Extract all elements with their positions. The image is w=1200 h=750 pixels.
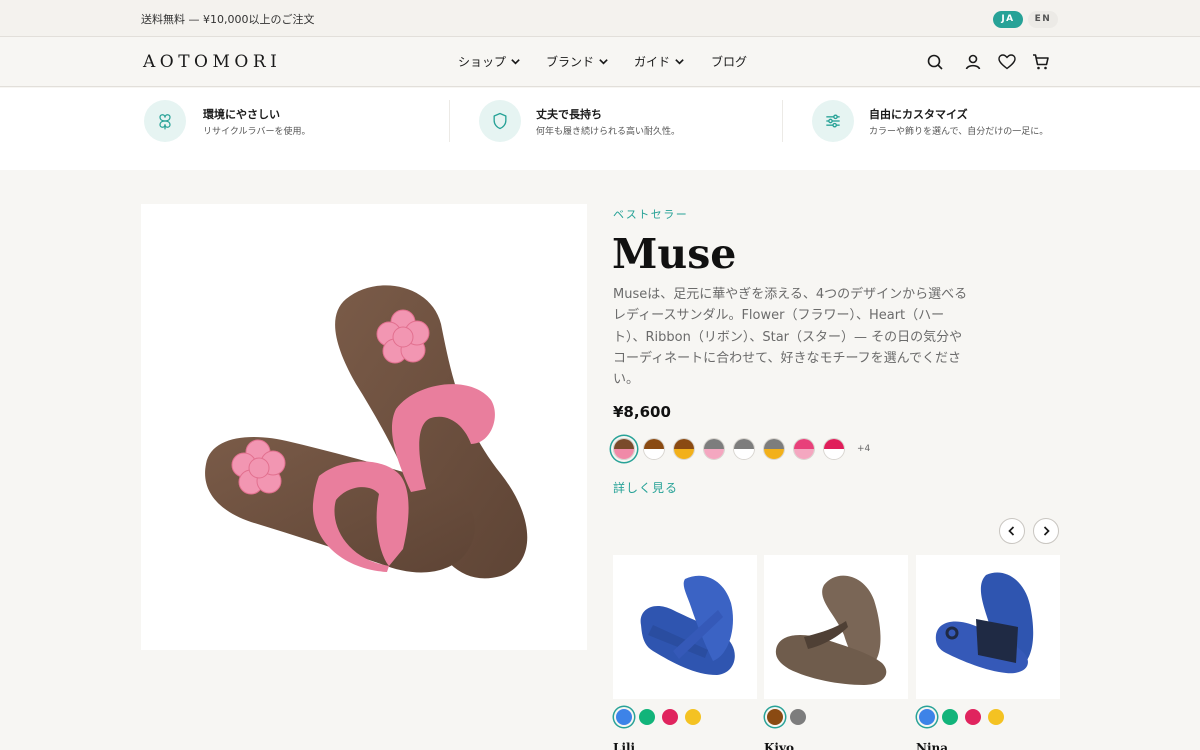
nav-blog[interactable]: ブログ bbox=[711, 53, 747, 70]
feature-divider bbox=[449, 100, 450, 142]
related-color-dot[interactable] bbox=[919, 709, 935, 725]
cart-icon[interactable] bbox=[1031, 52, 1051, 72]
announcement-text: 送料無料 — ¥10,000以上のご注文 bbox=[141, 13, 315, 26]
nav-brand[interactable]: ブランド bbox=[546, 53, 609, 70]
color-swatch-2[interactable] bbox=[643, 438, 665, 460]
sandal-illustration bbox=[205, 285, 528, 579]
related-product-name[interactable]: Nina bbox=[916, 741, 948, 750]
related-product-image[interactable] bbox=[916, 555, 1060, 699]
shield-icon bbox=[479, 100, 521, 142]
related-color-dot[interactable] bbox=[790, 709, 806, 725]
clover-icon bbox=[144, 100, 186, 142]
color-swatch-8[interactable] bbox=[823, 438, 845, 460]
feature-divider bbox=[782, 100, 783, 142]
related-color-dot[interactable] bbox=[685, 709, 701, 725]
related-product-image[interactable] bbox=[613, 555, 757, 699]
related-color-dots bbox=[764, 709, 908, 725]
site-header: AOTOMORI ショップ ブランド ガイド ブログ bbox=[0, 37, 1200, 87]
nav-brand-label: ブランド bbox=[546, 55, 595, 69]
feature-subtitle: 何年も履き続けられる高い耐久性。 bbox=[536, 127, 681, 137]
related-color-dot[interactable] bbox=[639, 709, 655, 725]
color-swatch-3[interactable] bbox=[673, 438, 695, 460]
carousel-prev-button[interactable] bbox=[999, 518, 1025, 544]
product-image[interactable] bbox=[141, 204, 587, 650]
color-swatch-7[interactable] bbox=[793, 438, 815, 460]
chevron-down-icon bbox=[599, 59, 608, 65]
lang-ja-button[interactable]: JA bbox=[993, 11, 1023, 28]
bestseller-badge: ベストセラー bbox=[613, 208, 689, 221]
related-product-image[interactable] bbox=[764, 555, 908, 699]
logo[interactable]: AOTOMORI bbox=[143, 52, 281, 72]
details-link[interactable]: 詳しく見る bbox=[613, 479, 678, 496]
feature-title: 自由にカスタマイズ bbox=[869, 108, 968, 121]
chevron-down-icon bbox=[511, 59, 520, 65]
related-color-dot[interactable] bbox=[965, 709, 981, 725]
chevron-down-icon bbox=[675, 59, 684, 65]
chevron-left-icon bbox=[1008, 526, 1015, 536]
more-colors-link[interactable]: +4 bbox=[857, 444, 870, 454]
carousel-next-button[interactable] bbox=[1033, 518, 1059, 544]
feature-subtitle: リサイクルラバーを使用。 bbox=[203, 127, 311, 137]
color-swatch-4[interactable] bbox=[703, 438, 725, 460]
related-card-kiyo[interactable]: Kiyo bbox=[764, 555, 908, 750]
wishlist-heart-icon[interactable] bbox=[997, 52, 1017, 72]
product-description: Museは、足元に華やぎを添える、4つのデザインから選べるレディースサンダル。F… bbox=[613, 287, 968, 388]
related-color-dot[interactable] bbox=[662, 709, 678, 725]
product-title: Muse bbox=[612, 230, 737, 278]
related-color-dot[interactable] bbox=[988, 709, 1004, 725]
color-swatches: +4 bbox=[613, 438, 870, 460]
nav-blog-label: ブログ bbox=[711, 55, 748, 69]
related-color-dots bbox=[916, 709, 1060, 725]
related-card-lili[interactable]: Lili bbox=[613, 555, 757, 750]
feature-subtitle: カラーや飾りを選んで、自分だけの一足に。 bbox=[869, 127, 1049, 137]
nav-guide[interactable]: ガイド bbox=[634, 53, 685, 70]
feature-title: 環境にやさしい bbox=[203, 108, 280, 121]
color-swatch-1[interactable] bbox=[613, 438, 635, 460]
feature-title: 丈夫で長持ち bbox=[536, 108, 602, 121]
color-swatch-5[interactable] bbox=[733, 438, 755, 460]
lang-en-button[interactable]: EN bbox=[1028, 11, 1058, 28]
search-icon[interactable] bbox=[925, 52, 945, 72]
related-color-dot[interactable] bbox=[616, 709, 632, 725]
chevron-right-icon bbox=[1043, 526, 1050, 536]
related-color-dots bbox=[613, 709, 757, 725]
related-color-dot[interactable] bbox=[767, 709, 783, 725]
features-strip: 環境にやさしい リサイクルラバーを使用。 丈夫で長持ち 何年も履き続けられる高い… bbox=[0, 88, 1200, 170]
sliders-icon bbox=[812, 100, 854, 142]
related-product-name[interactable]: Kiyo bbox=[764, 741, 794, 750]
color-swatch-6[interactable] bbox=[763, 438, 785, 460]
product-price: ¥8,600 bbox=[613, 403, 671, 421]
nav-shop[interactable]: ショップ bbox=[458, 53, 521, 70]
nav-guide-label: ガイド bbox=[634, 55, 671, 69]
related-color-dot[interactable] bbox=[942, 709, 958, 725]
account-icon[interactable] bbox=[963, 52, 983, 72]
nav-shop-label: ショップ bbox=[458, 55, 507, 69]
announcement-bar: 送料無料 — ¥10,000以上のご注文 JA EN bbox=[0, 0, 1200, 37]
related-product-name[interactable]: Lili bbox=[613, 741, 635, 750]
related-card-nina[interactable]: Nina bbox=[916, 555, 1060, 750]
